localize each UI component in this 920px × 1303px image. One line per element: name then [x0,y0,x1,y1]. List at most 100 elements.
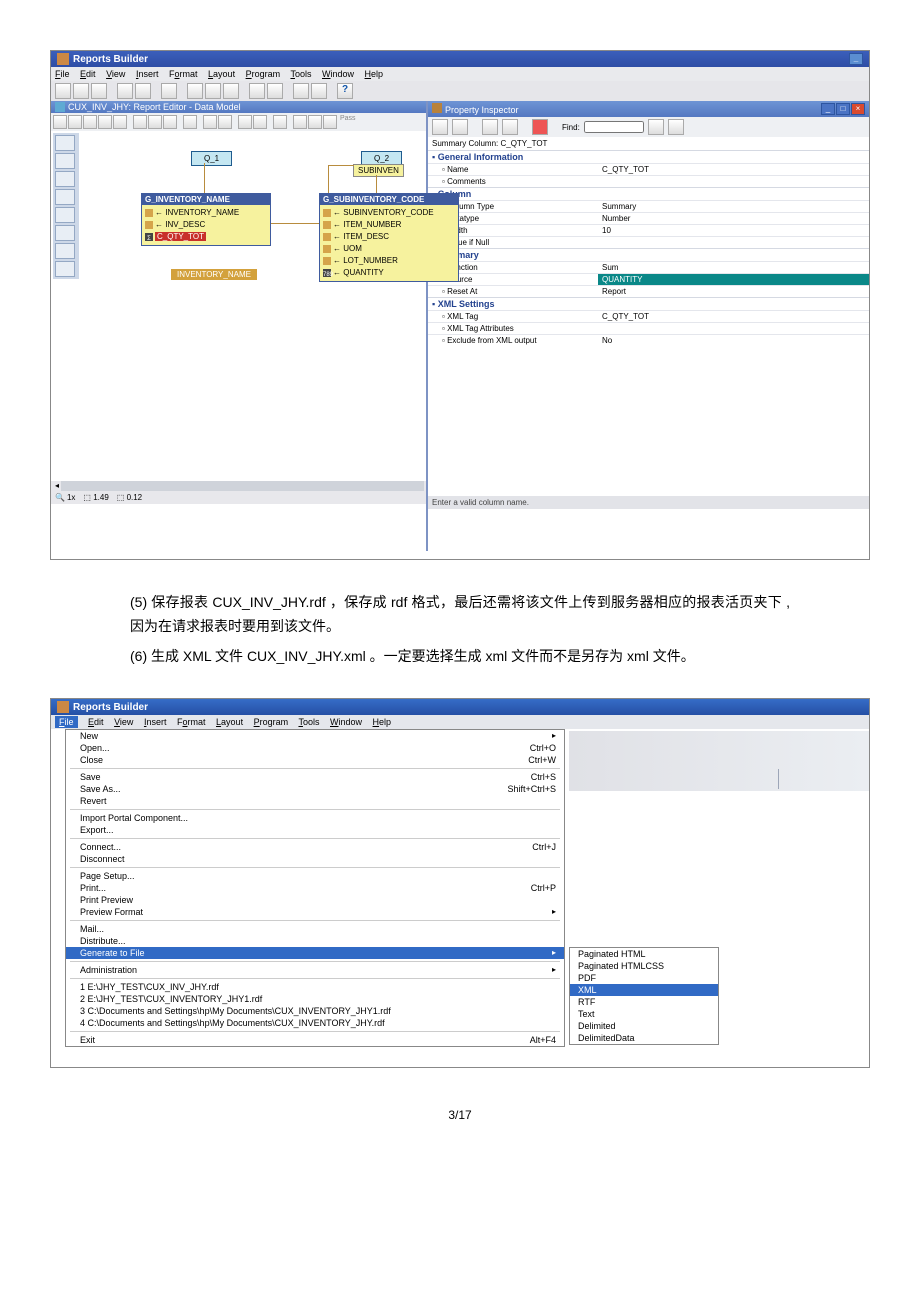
pi-btn[interactable] [482,119,498,135]
submenu-item[interactable]: XML [570,984,718,996]
editor-btn[interactable] [203,115,217,129]
editor-btn[interactable] [83,115,97,129]
toolbar-button[interactable] [249,83,265,99]
prop-comments-value[interactable] [598,176,869,187]
palette-btn[interactable] [55,261,75,277]
palette-btn[interactable] [55,207,75,223]
editor-btn[interactable] [68,115,82,129]
menu-item[interactable]: CloseCtrl+W [66,754,564,766]
toolbar-button[interactable] [187,83,203,99]
subinven-link[interactable]: SUBINVEN [353,164,404,177]
summary-column[interactable]: C_QTY_TOT [155,232,206,241]
editor-btn[interactable] [218,115,232,129]
group-g-subinventory-code[interactable]: G_SUBINVENTORY_CODE ← SUBINVENTORY_CODE … [319,193,459,282]
palette-btn[interactable] [55,135,75,151]
menu-item[interactable]: ExitAlt+F4 [66,1034,564,1046]
submenu-item[interactable]: Paginated HTMLCSS [570,960,718,972]
query-q1[interactable]: Q_1 [191,151,232,166]
palette-btn[interactable] [55,171,75,187]
find-input[interactable] [584,121,644,133]
toolbar-button[interactable] [91,83,107,99]
toolbar-button[interactable] [135,83,151,99]
menu-help[interactable]: Help [365,69,384,79]
editor-btn[interactable] [238,115,252,129]
submenu-item[interactable]: Paginated HTML [570,948,718,960]
menu-item[interactable]: 4 C:\Documents and Settings\hp\My Docume… [66,1017,564,1029]
menu-layout[interactable]: Layout [216,717,243,727]
menu-file[interactable]: File [55,69,70,79]
menu-item[interactable]: Disconnect [66,853,564,865]
find-next[interactable] [668,119,684,135]
menu-tools[interactable]: Tools [290,69,311,79]
palette-btn[interactable] [55,225,75,241]
menu-item[interactable]: New [66,730,564,742]
prop-source-value[interactable]: QUANTITY [598,274,869,285]
section-xml[interactable]: ▪ XML Settings [428,297,869,310]
label-inventory-name[interactable]: INVENTORY_NAME [171,269,257,280]
submenu-item[interactable]: Delimited [570,1020,718,1032]
editor-btn[interactable] [293,115,307,129]
find-prev[interactable] [648,119,664,135]
menu-view[interactable]: View [114,717,133,727]
menu-window[interactable]: Window [330,717,362,727]
menu-item[interactable]: Print...Ctrl+P [66,882,564,894]
toolbar-button[interactable] [161,83,177,99]
menu-item[interactable]: Export... [66,824,564,836]
menu-format[interactable]: Format [177,717,206,727]
submenu-item[interactable]: DelimitedData [570,1032,718,1044]
palette-btn[interactable] [55,153,75,169]
pi-btn[interactable] [502,119,518,135]
palette-btn[interactable] [55,189,75,205]
minimize-icon[interactable]: _ [821,103,835,115]
menu-layout[interactable]: Layout [208,69,235,79]
maximize-icon[interactable]: □ [836,103,850,115]
editor-btn[interactable] [98,115,112,129]
toolbar-button[interactable] [205,83,221,99]
editor-btn[interactable] [133,115,147,129]
menu-item[interactable]: 1 E:\JHY_TEST\CUX_INV_JHY.rdf [66,981,564,993]
menu-item[interactable]: 3 C:\Documents and Settings\hp\My Docume… [66,1005,564,1017]
menu-edit[interactable]: Edit [88,717,104,727]
section-summary[interactable]: ▪ Summary [428,248,869,261]
editor-btn[interactable] [273,115,287,129]
menu-item[interactable]: Revert [66,795,564,807]
toolbar-button[interactable] [223,83,239,99]
section-column[interactable]: ▪ Column [428,187,869,200]
menu-item[interactable]: Mail... [66,923,564,935]
toolbar-button[interactable] [117,83,133,99]
menu-file-open[interactable]: File [55,716,78,728]
menu-item[interactable]: Preview Format [66,906,564,918]
menu-item[interactable]: Open...Ctrl+O [66,742,564,754]
menu-item[interactable]: 2 E:\JHY_TEST\CUX_INVENTORY_JHY1.rdf [66,993,564,1005]
submenu-item[interactable]: PDF [570,972,718,984]
pi-btn[interactable] [432,119,448,135]
menu-program[interactable]: Program [246,69,281,79]
close-icon[interactable]: × [851,103,865,115]
menu-item[interactable]: Administration [66,964,564,976]
menu-view[interactable]: View [106,69,125,79]
menu-item[interactable]: Save As...Shift+Ctrl+S [66,783,564,795]
menu-item[interactable]: Distribute... [66,935,564,947]
palette-btn[interactable] [55,243,75,259]
menu-item[interactable]: Print Preview [66,894,564,906]
menu-item[interactable]: Generate to File [66,947,564,959]
menu-format[interactable]: Format [169,69,198,79]
editor-btn[interactable] [183,115,197,129]
menu-tools[interactable]: Tools [298,717,319,727]
menu-insert[interactable]: Insert [144,717,167,727]
section-general[interactable]: ▪ General Information [428,150,869,163]
menu-edit[interactable]: Edit [80,69,96,79]
toolbar-button[interactable] [73,83,89,99]
submenu-item[interactable]: RTF [570,996,718,1008]
menu-program[interactable]: Program [254,717,289,727]
editor-btn[interactable] [163,115,177,129]
data-model-canvas[interactable]: Q_1 Q_2 SUBINVEN G_INVENTORY_NAME ← INVE… [51,131,426,481]
toolbar-button[interactable] [311,83,327,99]
toolbar-button[interactable] [55,83,71,99]
editor-btn[interactable] [53,115,67,129]
editor-btn[interactable] [148,115,162,129]
editor-btn[interactable] [308,115,322,129]
toolbar-button[interactable] [293,83,309,99]
minimize-button[interactable]: _ [849,53,863,65]
toolbar-button[interactable] [267,83,283,99]
